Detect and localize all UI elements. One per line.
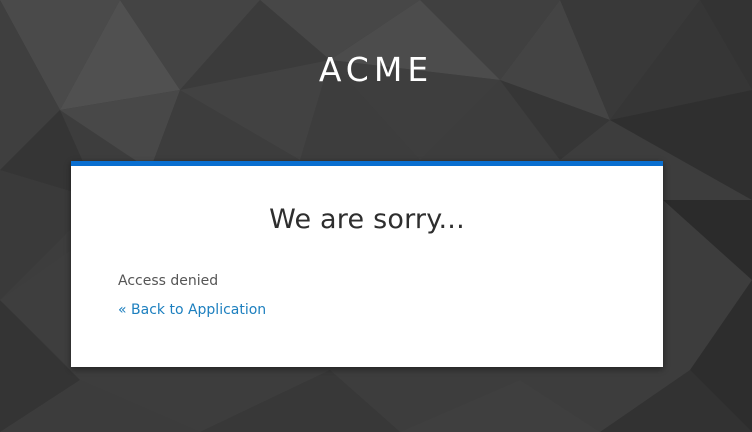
error-title: We are sorry... (269, 204, 465, 235)
error-message: Access denied (118, 273, 219, 289)
error-card: We are sorry... Access denied « Back to … (71, 161, 663, 367)
brand-title: ACME (318, 50, 434, 89)
back-to-application-link[interactable]: « Back to Application (118, 300, 266, 320)
